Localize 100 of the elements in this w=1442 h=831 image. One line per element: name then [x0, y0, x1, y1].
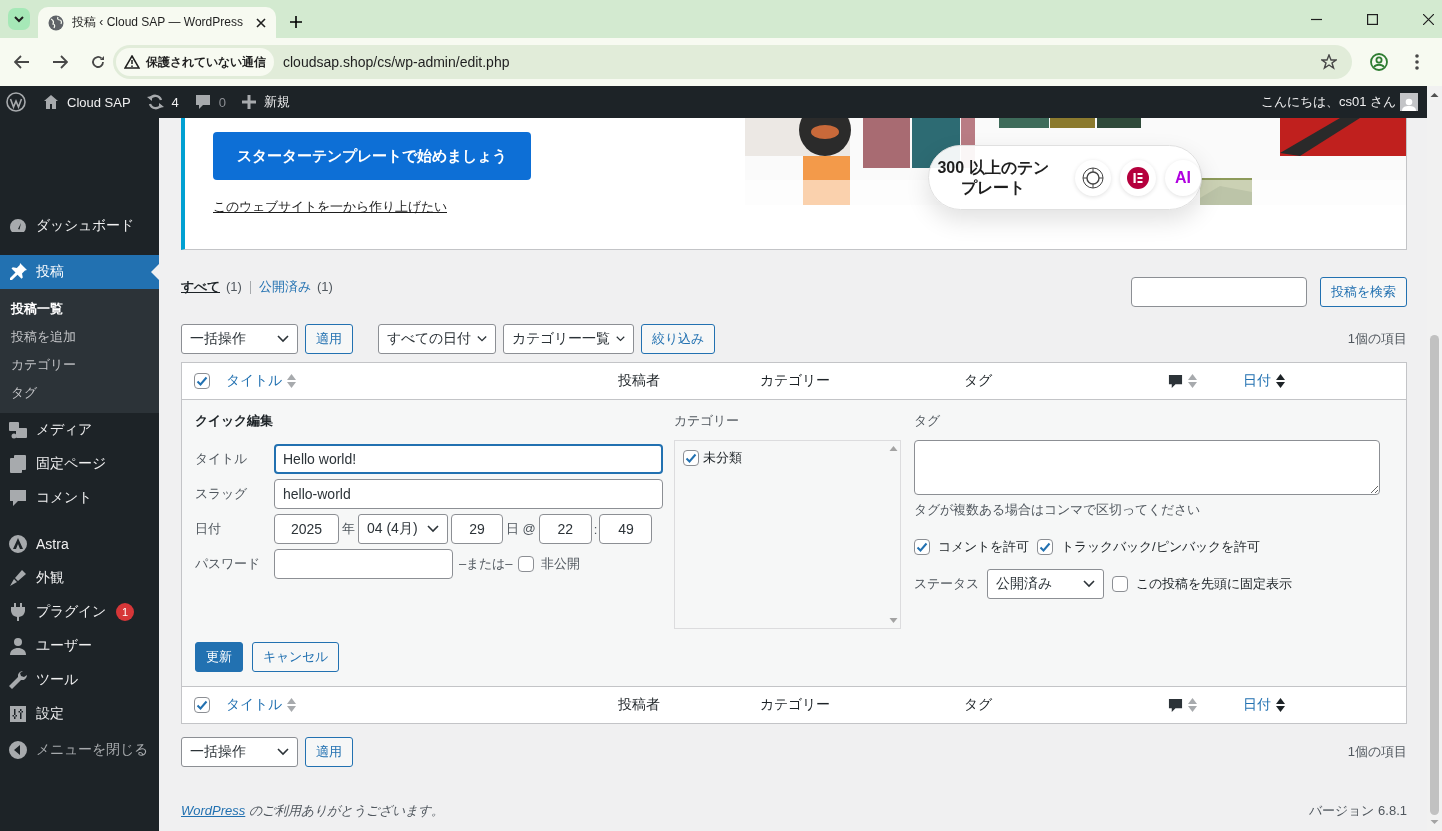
menu-item[interactable]: 外観	[0, 561, 159, 595]
profile-icon[interactable]	[1370, 53, 1388, 71]
updates-link[interactable]: 4	[146, 94, 179, 110]
submenu-item[interactable]: 投稿一覧	[0, 295, 159, 323]
update-button[interactable]: 更新	[195, 642, 243, 672]
tab-list-button[interactable]	[8, 8, 30, 30]
checkbox[interactable]	[1112, 576, 1128, 592]
select-all-checkbox[interactable]	[194, 697, 210, 713]
update-count-badge: 1	[116, 603, 134, 621]
apply-button[interactable]: 適用	[305, 737, 353, 767]
plus-icon	[242, 95, 257, 109]
bookmark-star-icon[interactable]	[1321, 54, 1337, 70]
submenu-item[interactable]: タグ	[0, 379, 159, 407]
tab-title: 投稿 ‹ Cloud SAP — WordPress	[72, 14, 244, 31]
back-icon[interactable]	[14, 55, 30, 69]
year-unit: 年	[342, 520, 355, 538]
bulk-action-select[interactable]: 一括操作	[181, 737, 298, 767]
cancel-button[interactable]: キャンセル	[252, 642, 339, 672]
checkbox[interactable]	[683, 450, 699, 466]
submenu-item[interactable]: カテゴリー	[0, 351, 159, 379]
checkbox[interactable]	[914, 539, 930, 555]
chevron-down-icon	[477, 335, 487, 343]
checkbox[interactable]	[1037, 539, 1053, 555]
bulk-action-select[interactable]: 一括操作	[181, 324, 298, 354]
search-field[interactable]	[1131, 277, 1307, 307]
post-count: (1)	[316, 278, 333, 296]
status-filter-link[interactable]: 公開済み	[258, 278, 311, 296]
time-separator: :	[593, 521, 598, 537]
month-select[interactable]: 04 (4月)	[358, 514, 448, 544]
maximize-icon[interactable]	[1367, 13, 1378, 25]
menu-item[interactable]: メディア	[0, 413, 159, 447]
templates-count: 300 以上のテンプレート	[937, 157, 1049, 198]
column-sort-link[interactable]: 日付	[1243, 372, 1271, 390]
password-field[interactable]	[274, 549, 453, 579]
warning-icon	[124, 55, 140, 69]
hour-field[interactable]: 22	[538, 514, 592, 544]
site-name-link[interactable]: Cloud SAP	[43, 94, 131, 110]
title-field[interactable]: Hello world!	[274, 444, 663, 474]
search-button[interactable]: 投稿を検索	[1320, 277, 1407, 307]
chevron-down-icon	[1083, 580, 1095, 588]
submenu-item[interactable]: 投稿を追加	[0, 323, 159, 351]
comments-link[interactable]: 0	[194, 94, 227, 110]
date-filter-select[interactable]: すべての日付	[378, 324, 496, 354]
new-content-link[interactable]: 新規	[242, 93, 291, 111]
build-from-scratch-link[interactable]: このウェブサイトを一から作り上げたい	[213, 198, 447, 216]
emblem-icon	[1082, 166, 1104, 189]
field-label: スラッグ	[195, 485, 248, 503]
tags-field[interactable]	[914, 440, 1380, 495]
home-icon	[43, 94, 59, 110]
chevron-down-icon	[277, 335, 289, 343]
sort-arrows-icon[interactable]	[1276, 698, 1285, 712]
year-field[interactable]: 2025	[274, 514, 339, 544]
category-filter-select[interactable]: カテゴリー一覧	[503, 324, 634, 354]
menu-item[interactable]: ダッシュボード	[0, 209, 159, 243]
column-header: タグ	[964, 696, 992, 714]
quick-edit-heading: クイック編集	[195, 412, 274, 430]
start-templates-button[interactable]: スターターテンプレートで始めましょう	[213, 132, 531, 180]
column-sort-link[interactable]: タイトル	[226, 372, 282, 390]
user-silhouette-icon	[1402, 98, 1416, 111]
filter-button[interactable]: 絞り込み	[641, 324, 715, 354]
close-icon[interactable]	[1423, 13, 1434, 25]
select-all-checkbox[interactable]	[194, 373, 210, 389]
checkbox[interactable]	[518, 556, 535, 572]
address-bar[interactable]: 保護されていない通信 cloudsap.shop/cs/wp-admin/edit.php	[113, 45, 1352, 79]
new-tab-icon[interactable]	[290, 16, 302, 28]
menu-item[interactable]: Astra	[0, 527, 159, 561]
close-icon[interactable]	[256, 17, 266, 28]
collapse-menu-button[interactable]: メニューを閉じる	[0, 733, 159, 767]
more-menu-icon[interactable]	[1415, 54, 1419, 70]
post-count: (1)	[226, 278, 242, 296]
menu-item[interactable]: コメント	[0, 481, 159, 515]
slug-field[interactable]: hello-world	[274, 479, 663, 509]
footer-thanks: WordPress のご利用ありがとうございます。	[181, 802, 444, 820]
apply-button[interactable]: 適用	[305, 324, 353, 354]
security-chip[interactable]: 保護されていない通信	[116, 48, 274, 76]
wordpress-logo-icon[interactable]	[6, 92, 26, 112]
sort-arrows-icon[interactable]	[1276, 374, 1285, 388]
greeting[interactable]: こんにちは、cs01 さん	[1260, 93, 1396, 111]
column-header: タグ	[964, 372, 992, 390]
menu-item[interactable]: ツール	[0, 663, 159, 697]
menu-item[interactable]: 投稿	[0, 255, 159, 289]
menu-item[interactable]: ユーザー	[0, 629, 159, 663]
builder-logo-icon	[1127, 166, 1149, 189]
column-header: 投稿者	[618, 696, 660, 714]
wordpress-link[interactable]: WordPress	[181, 803, 246, 818]
browser-tab[interactable]: 投稿 ‹ Cloud SAP — WordPress	[38, 7, 276, 38]
item-count: 1個の項目	[1347, 330, 1407, 348]
menu-item[interactable]: 設定	[0, 697, 159, 731]
menu-item[interactable]: プラグイン 1	[0, 595, 159, 629]
minute-field[interactable]: 49	[599, 514, 653, 544]
section-label: タグ	[914, 412, 941, 430]
column-header: カテゴリー	[760, 372, 830, 390]
column-sort-link[interactable]: 日付	[1243, 696, 1271, 714]
forward-icon[interactable]	[52, 55, 68, 69]
day-field[interactable]: 29	[451, 514, 503, 544]
status-filter-link[interactable]: すべて	[181, 278, 220, 296]
reload-icon[interactable]	[91, 55, 105, 69]
column-sort-link[interactable]: タイトル	[226, 696, 282, 714]
menu-item[interactable]: 固定ページ	[0, 447, 159, 481]
status-select[interactable]: 公開済み	[987, 569, 1104, 599]
